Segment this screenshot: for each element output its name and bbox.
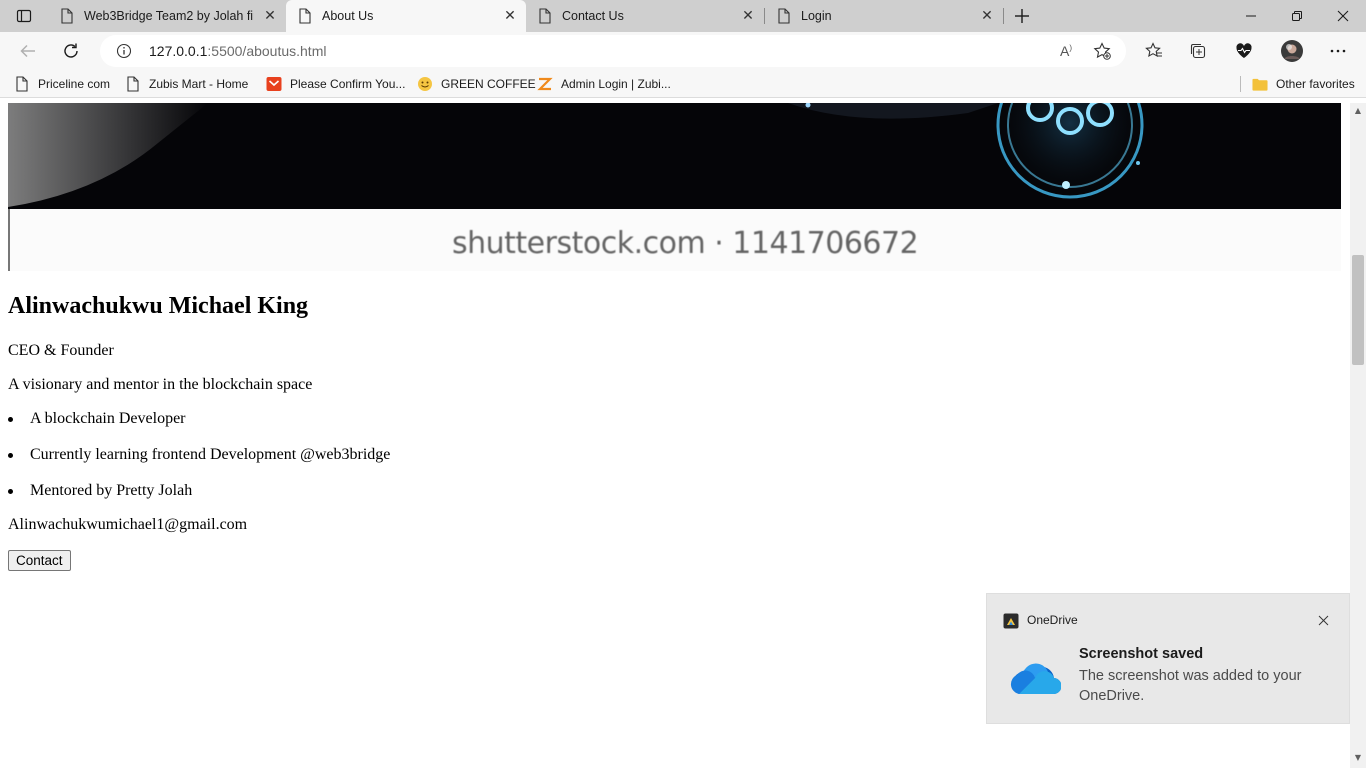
scroll-up-icon[interactable]: ▲ (1354, 107, 1362, 115)
collections-button[interactable] (1183, 37, 1213, 65)
favorite-please-confirm[interactable]: Please Confirm You... (266, 74, 405, 94)
other-favorites-folder[interactable]: Other favorites (1252, 74, 1355, 94)
tab-title: About Us (322, 9, 374, 23)
favorite-label: Admin Login | Zubi... (561, 77, 671, 91)
bullet-dot (8, 417, 13, 422)
bullet-dot (8, 489, 13, 494)
favorite-label: GREEN COFFEE (441, 77, 536, 91)
mail-icon (266, 76, 282, 92)
page-icon (539, 8, 551, 24)
more-dots-icon (1330, 49, 1346, 53)
folder-icon (1252, 76, 1268, 92)
tab-contact-us[interactable]: Contact Us ✕ (526, 0, 764, 32)
scroll-thumb[interactable] (1352, 255, 1364, 365)
browser-essentials-button[interactable] (1229, 37, 1259, 65)
tab-login[interactable]: Login ✕ (765, 0, 1003, 32)
page-icon (778, 8, 790, 24)
notification-app-name: OneDrive (1027, 613, 1078, 627)
collections-icon (1190, 43, 1206, 59)
favorites-separator (1240, 76, 1241, 92)
favorite-label: Zubis Mart - Home (149, 77, 249, 91)
browser-toolbar: 127.0.0.1:5500/aboutus.html A) (0, 32, 1366, 70)
url-text[interactable]: 127.0.0.1:5500/aboutus.html (149, 43, 326, 59)
close-window-button[interactable] (1320, 0, 1366, 32)
add-favorite-icon[interactable] (1092, 41, 1112, 61)
notification-title: Screenshot saved (1079, 646, 1204, 662)
page-scrollbar[interactable]: ▲ ▼ (1350, 103, 1366, 768)
profile-name: Alinwachukwu Michael King (8, 293, 309, 319)
minimize-icon (1246, 15, 1256, 17)
profile-email: Alinwachukwumichael1@gmail.com (8, 516, 248, 533)
tab-separator (1003, 8, 1004, 24)
tab-strip: Web3Bridge Team2 by Jolah first ✕ About … (0, 0, 1366, 32)
profile-role: CEO & Founder (8, 342, 114, 359)
close-tab-icon[interactable]: ✕ (979, 8, 995, 24)
info-icon[interactable] (116, 43, 132, 59)
tab-web3bridge[interactable]: Web3Bridge Team2 by Jolah first ✕ (48, 0, 286, 32)
tab-about-us[interactable]: About Us ✕ (286, 0, 526, 32)
favorite-priceline[interactable]: Priceline com (14, 74, 110, 94)
crypto-coin-graphic (8, 103, 1150, 207)
close-tab-icon[interactable]: ✕ (502, 8, 518, 24)
back-button[interactable] (13, 37, 43, 65)
favorites-star-icon (1145, 42, 1162, 58)
close-icon[interactable] (1315, 612, 1331, 628)
restore-icon (1292, 11, 1302, 21)
close-icon (1337, 10, 1349, 22)
favorite-green-coffee[interactable]: GREEN COFFEE (417, 74, 536, 94)
refresh-button[interactable] (56, 37, 86, 65)
minimize-button[interactable] (1228, 0, 1274, 32)
url-path: :5500/aboutus.html (207, 43, 327, 59)
favorite-label: Priceline com (38, 77, 111, 91)
list-item-text: Currently learning frontend Development … (30, 446, 391, 463)
read-aloud-icon[interactable]: A) (1056, 41, 1076, 61)
bullet-dot (8, 453, 13, 458)
other-favorites-label: Other favorites (1276, 77, 1355, 91)
smiley-icon (417, 76, 433, 92)
back-arrow-icon (20, 44, 35, 58)
heart-pulse-icon (1236, 43, 1252, 58)
banner-watermark-text: shutterstock.com · 1141706672 (452, 226, 919, 261)
favorite-admin-login[interactable]: Admin Login | Zubi... (537, 74, 671, 94)
page-icon (61, 8, 73, 24)
contact-button[interactable]: Contact (8, 550, 71, 571)
favorite-zubis-mart[interactable]: Zubis Mart - Home (125, 74, 248, 94)
close-tab-icon[interactable]: ✕ (262, 8, 278, 24)
tab-title: Web3Bridge Team2 by Jolah first (84, 9, 254, 23)
settings-more-button[interactable] (1323, 37, 1353, 65)
onedrive-notification[interactable]: OneDrive Screenshot saved The screenshot… (986, 593, 1350, 724)
banner-edge (8, 209, 10, 271)
favorites-bar: Priceline com Zubis Mart - Home Please C… (0, 70, 1366, 98)
favorite-label: Please Confirm You... (290, 77, 406, 91)
notification-body: The screenshot was added to your OneDriv… (1079, 668, 1302, 704)
banner-dark-area (8, 103, 1341, 209)
page-icon (299, 8, 311, 24)
page-icon (125, 76, 141, 92)
close-tab-icon[interactable]: ✕ (740, 8, 756, 24)
new-tab-button[interactable] (1008, 4, 1036, 28)
favorites-button[interactable] (1139, 37, 1169, 65)
refresh-icon (64, 43, 78, 58)
page-icon (14, 76, 30, 92)
zubi-icon (537, 76, 553, 92)
list-item-text: A blockchain Developer (30, 410, 186, 427)
tab-title: Contact Us (562, 9, 624, 23)
profile-button[interactable] (1277, 37, 1307, 65)
profile-tagline: A visionary and mentor in the blockchain… (8, 376, 313, 393)
avatar (1281, 40, 1303, 62)
url-host: 127.0.0.1 (149, 43, 208, 59)
restore-button[interactable] (1274, 0, 1320, 32)
tab-actions-icon (16, 9, 32, 23)
onedrive-app-icon (1003, 613, 1019, 629)
plus-icon (1015, 9, 1029, 23)
scroll-down-icon[interactable]: ▼ (1354, 754, 1362, 762)
list-item-text: Mentored by Pretty Jolah (30, 482, 193, 499)
onedrive-cloud-icon (1010, 663, 1061, 695)
tab-actions-button[interactable] (8, 4, 40, 28)
address-bar[interactable]: 127.0.0.1:5500/aboutus.html A) (100, 35, 1126, 67)
tab-title: Login (801, 9, 832, 23)
banner-image: shutterstock.com · 1141706672 (8, 103, 1341, 271)
